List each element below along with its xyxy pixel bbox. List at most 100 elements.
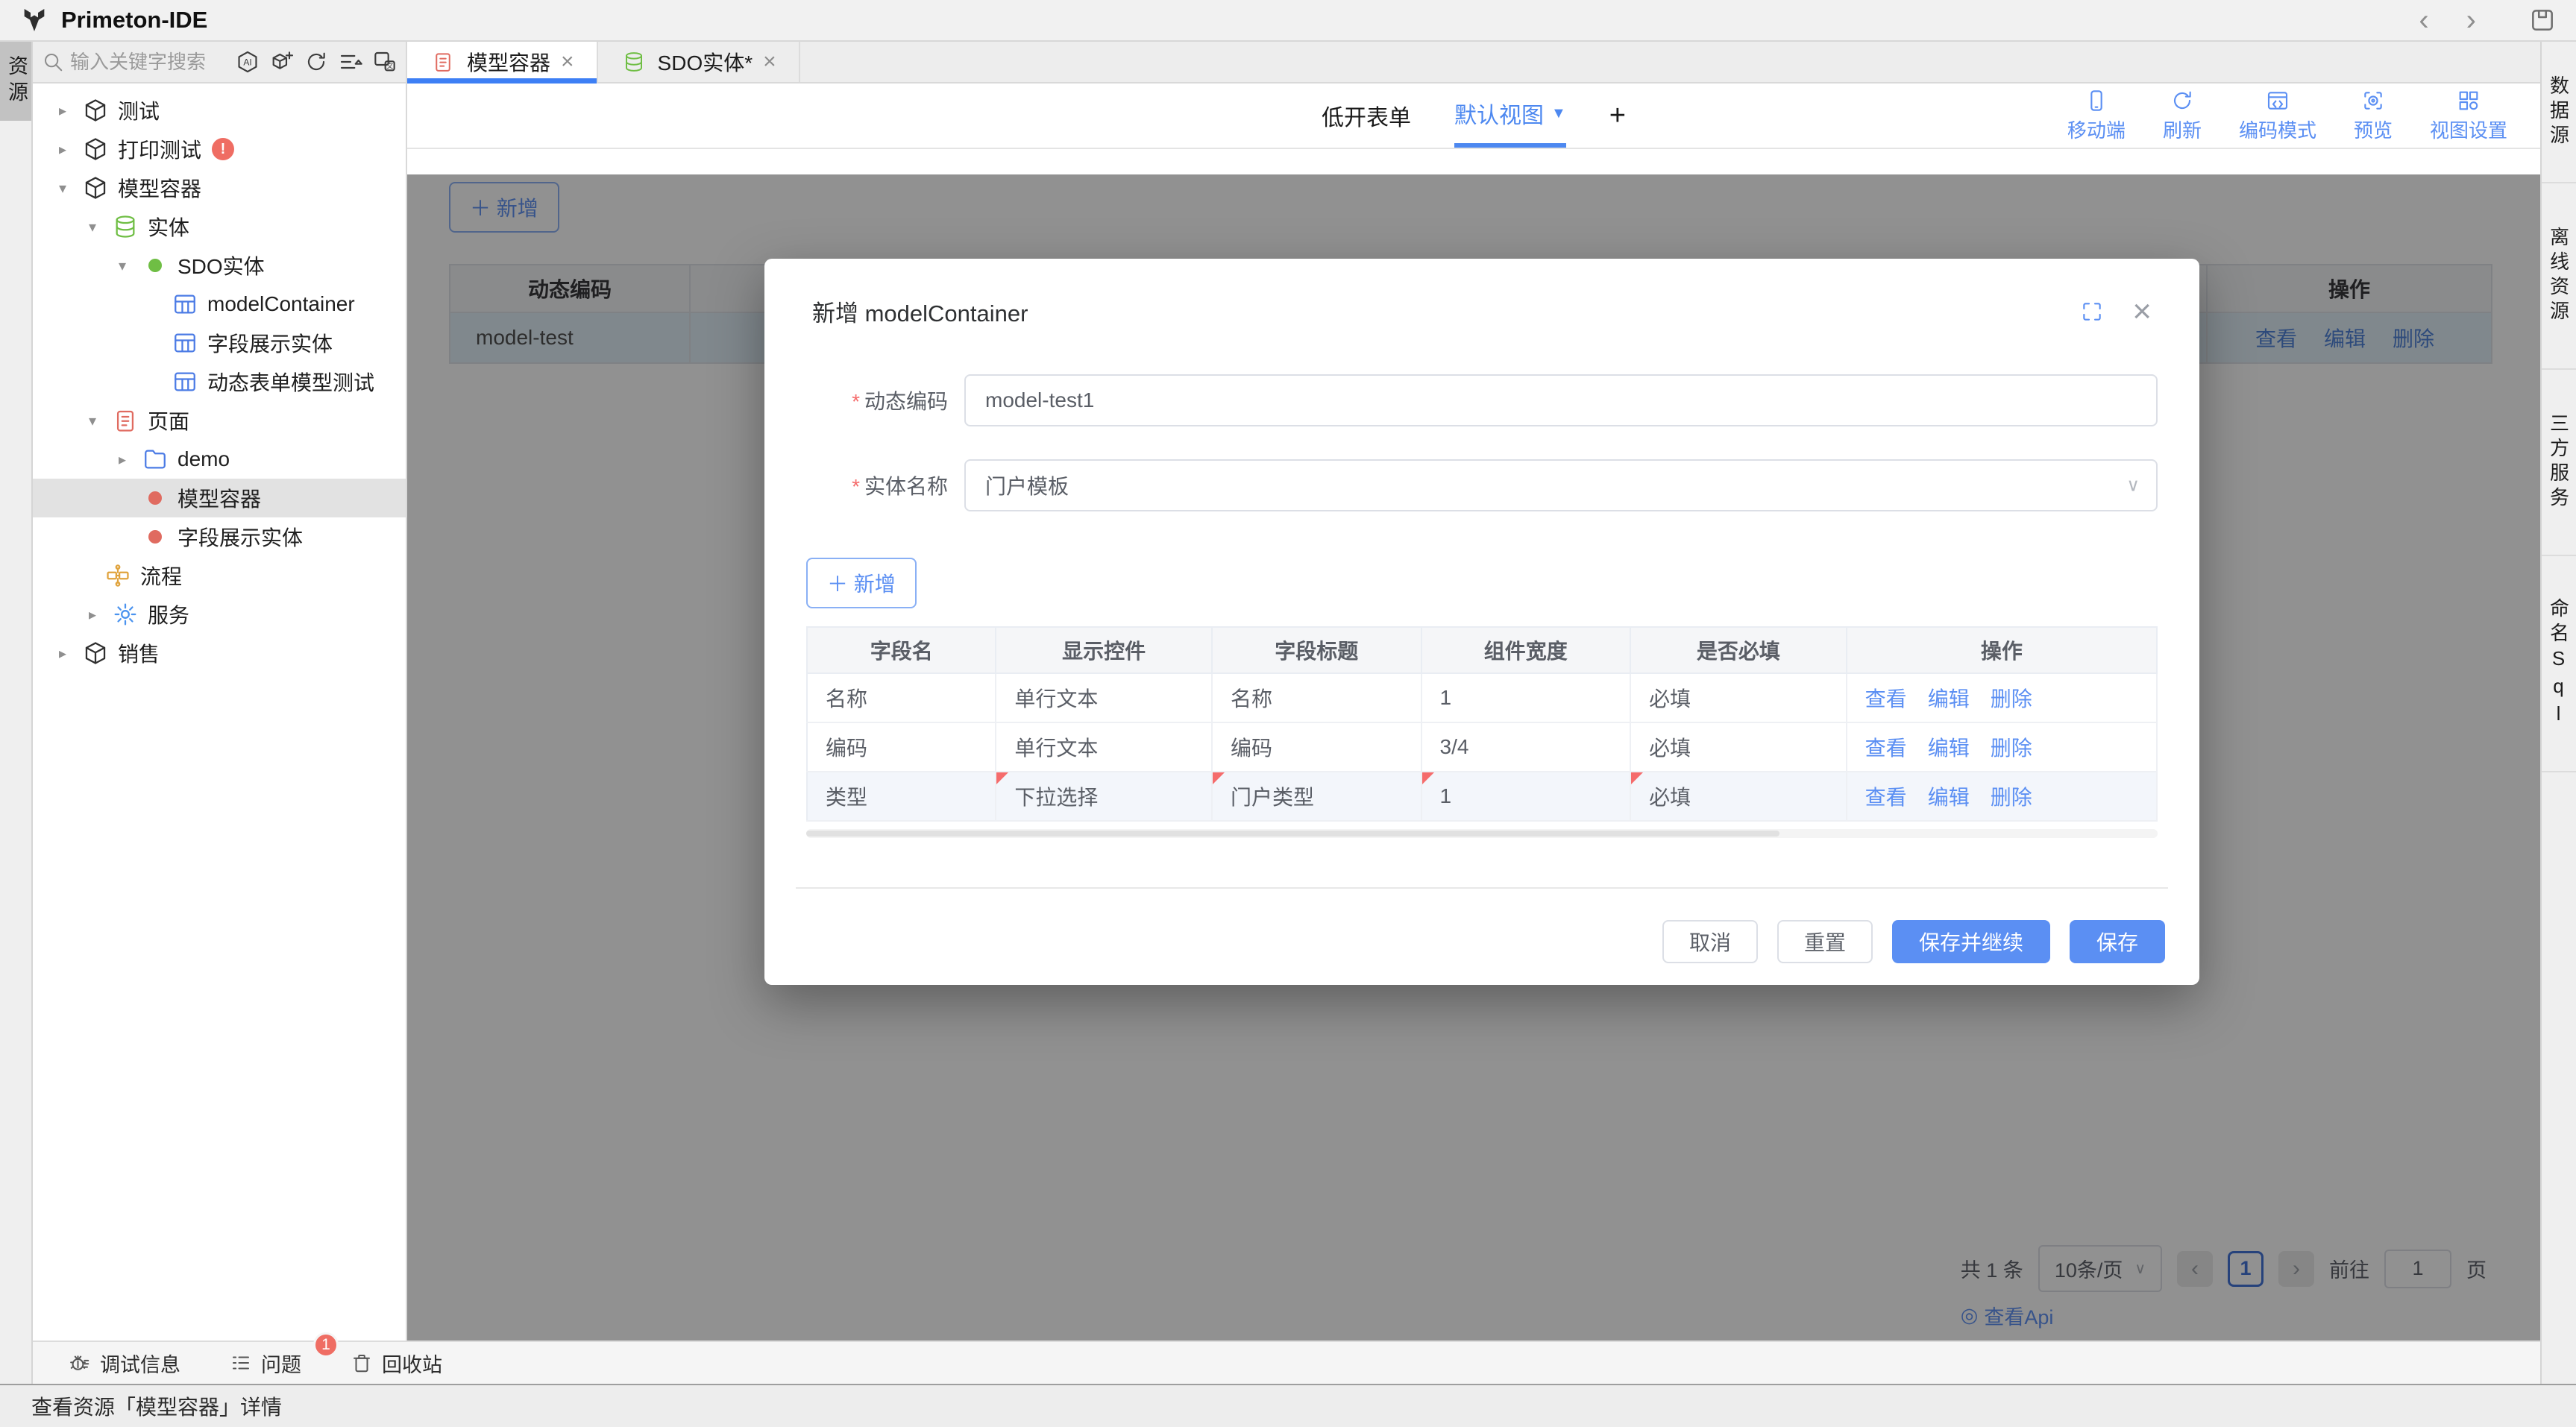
strip-tab-offline-resources[interactable]: 离线资源	[2542, 183, 2576, 370]
add-view-button[interactable]: +	[1609, 84, 1626, 148]
delete-link[interactable]: 删除	[1991, 687, 2032, 711]
tree-item-pages[interactable]: ▾ 页面	[33, 401, 406, 440]
caret-down-icon[interactable]: ▾	[82, 412, 103, 430]
cell-modified: 1	[1421, 772, 1631, 821]
gear-icon	[112, 601, 139, 628]
tree-item-label: 测试	[118, 95, 160, 125]
save-and-continue-button[interactable]: 保存并继续	[1892, 920, 2050, 963]
close-icon[interactable]: ×	[763, 51, 776, 73]
view-tab-lowcode-form[interactable]: 低开表单	[1322, 84, 1411, 148]
dynamic-code-input[interactable]	[964, 374, 2158, 426]
field-label: 动态编码	[864, 390, 948, 413]
code-mode-button[interactable]: 编码模式	[2239, 89, 2316, 143]
delete-link[interactable]: 删除	[1991, 737, 2032, 760]
ai-search-icon[interactable]: AI	[236, 50, 260, 74]
fields-table: 字段名 显示控件 字段标题 组件宽度 是否必填 操作	[806, 626, 2158, 822]
recycle-bin-button[interactable]: 回收站	[351, 1349, 442, 1378]
doc-tab-sdo-entity[interactable]: SDO实体* ×	[598, 42, 800, 82]
close-icon[interactable]: ×	[561, 51, 574, 73]
view-tab-label: 低开表单	[1322, 99, 1411, 132]
cancel-button[interactable]: 取消	[1662, 920, 1758, 963]
preview-button[interactable]: 预览	[2354, 89, 2393, 143]
edit-link[interactable]: 编辑	[1928, 737, 1970, 760]
table-entity-icon	[172, 291, 198, 318]
fullscreen-icon[interactable]	[2080, 300, 2104, 324]
translate-icon[interactable]: En文	[373, 50, 397, 74]
edit-link[interactable]: 编辑	[1928, 687, 1970, 711]
nav-forward-icon[interactable]: ›	[2466, 5, 2476, 35]
left-activity-strip: 资源	[0, 42, 33, 1384]
chevron-down-icon[interactable]: ∨	[2126, 475, 2140, 497]
tree-item-model-container-page[interactable]: 模型容器	[33, 479, 406, 517]
search-input[interactable]	[70, 51, 230, 74]
tree-item-test[interactable]: ▸ 测试	[33, 91, 406, 130]
package-icon	[82, 97, 109, 124]
view-link[interactable]: 查看	[1865, 687, 1907, 711]
delete-link[interactable]: 删除	[1991, 786, 2032, 809]
tree-item-demo[interactable]: ▸ demo	[33, 440, 406, 479]
tree-item-model-container[interactable]: ▾ 模型容器	[33, 168, 406, 207]
caret-right-icon[interactable]: ▸	[82, 605, 103, 624]
tree-item-sdo-entity[interactable]: ▾ SDO实体	[33, 246, 406, 285]
tree-item-entity[interactable]: ▾ 实体	[33, 207, 406, 246]
tree-item-field-display-page[interactable]: 字段展示实体	[33, 517, 406, 556]
view-tab-label: 默认视图	[1454, 97, 1544, 130]
save-button[interactable]: 保存	[2070, 920, 2165, 963]
view-settings-button[interactable]: 视图设置	[2430, 89, 2507, 143]
refresh-tree-icon[interactable]	[304, 50, 328, 74]
tree-item-process[interactable]: 流程	[33, 556, 406, 595]
strip-tab-data-source[interactable]: 数据源	[2542, 42, 2576, 183]
status-text: 查看资源「模型容器」详情	[31, 1391, 282, 1421]
tree-item-modelcontainer-entity[interactable]: modelContainer	[33, 285, 406, 324]
caret-down-icon[interactable]: ▾	[52, 179, 73, 198]
view-link[interactable]: 查看	[1865, 737, 1907, 760]
problems-button[interactable]: 问题 1	[230, 1349, 301, 1378]
caret-right-icon[interactable]: ▸	[52, 101, 73, 120]
required-mark: *	[852, 475, 860, 498]
strip-tab-resources[interactable]: 资源	[0, 42, 31, 121]
tree-item-dynamic-form-model-test[interactable]: 动态表单模型测试	[33, 362, 406, 401]
add-field-button[interactable]: ＋ 新增	[806, 558, 917, 608]
field-row-code[interactable]: 编码 单行文本 编码 3/4 必填 查看编辑删除	[807, 722, 2157, 772]
tree-item-print-test[interactable]: ▸ 打印测试 !	[33, 130, 406, 168]
view-toolbar: 移动端 刷新 编码模式	[2067, 89, 2540, 143]
caret-down-icon[interactable]: ▼	[1551, 105, 1566, 122]
entity-name-select[interactable]	[964, 459, 2158, 511]
horizontal-scrollbar[interactable]	[806, 829, 2158, 838]
field-row-name[interactable]: 名称 单行文本 名称 1 必填 查看编辑删除	[807, 673, 2157, 722]
caret-right-icon[interactable]: ▸	[52, 644, 73, 663]
caret-right-icon[interactable]: ▸	[52, 140, 73, 159]
strip-tab-named-sql[interactable]: 命名Sql	[2542, 556, 2576, 772]
tree-item-services[interactable]: ▸ 服务	[33, 595, 406, 634]
fields-table-header: 字段名 显示控件 字段标题 组件宽度 是否必填 操作	[807, 627, 2157, 673]
collapse-list-icon[interactable]	[339, 50, 362, 74]
svg-text:文: 文	[386, 62, 393, 70]
field-row-type[interactable]: 类型 下拉选择 门户类型 1 必填 查看编辑删除	[807, 772, 2157, 821]
add-package-icon[interactable]	[270, 50, 294, 74]
tree-item-label: 流程	[140, 561, 182, 590]
tree-item-sales[interactable]: ▸ 销售	[33, 634, 406, 672]
strip-tab-third-party-services[interactable]: 三方服务	[2542, 370, 2576, 556]
refresh-button[interactable]: 刷新	[2163, 89, 2202, 143]
save-icon[interactable]	[2528, 6, 2557, 34]
tree-item-label: 服务	[148, 599, 189, 629]
caret-down-icon[interactable]: ▾	[112, 256, 133, 275]
green-dot-icon	[142, 252, 169, 279]
caret-down-icon[interactable]: ▾	[82, 218, 103, 236]
doc-tab-model-container[interactable]: 模型容器 ×	[407, 42, 598, 82]
mobile-view-button[interactable]: 移动端	[2067, 89, 2126, 143]
col-control: 显示控件	[996, 627, 1212, 673]
edit-link[interactable]: 编辑	[1928, 786, 1970, 809]
close-icon[interactable]: ×	[2132, 295, 2152, 328]
field-label: 实体名称	[864, 475, 948, 498]
caret-right-icon[interactable]: ▸	[112, 450, 133, 469]
view-link[interactable]: 查看	[1865, 786, 1907, 809]
tree-item-label: 模型容器	[178, 483, 261, 513]
view-tab-default-view[interactable]: 默认视图 ▼	[1454, 84, 1566, 148]
cell: 必填	[1630, 673, 1847, 722]
tree-item-field-display-entity[interactable]: 字段展示实体	[33, 324, 406, 362]
tree-item-label: 动态表单模型测试	[207, 367, 374, 397]
reset-button[interactable]: 重置	[1777, 920, 1873, 963]
debug-info-button[interactable]: 调试信息	[69, 1349, 180, 1378]
nav-back-icon[interactable]: ‹	[2419, 5, 2428, 35]
